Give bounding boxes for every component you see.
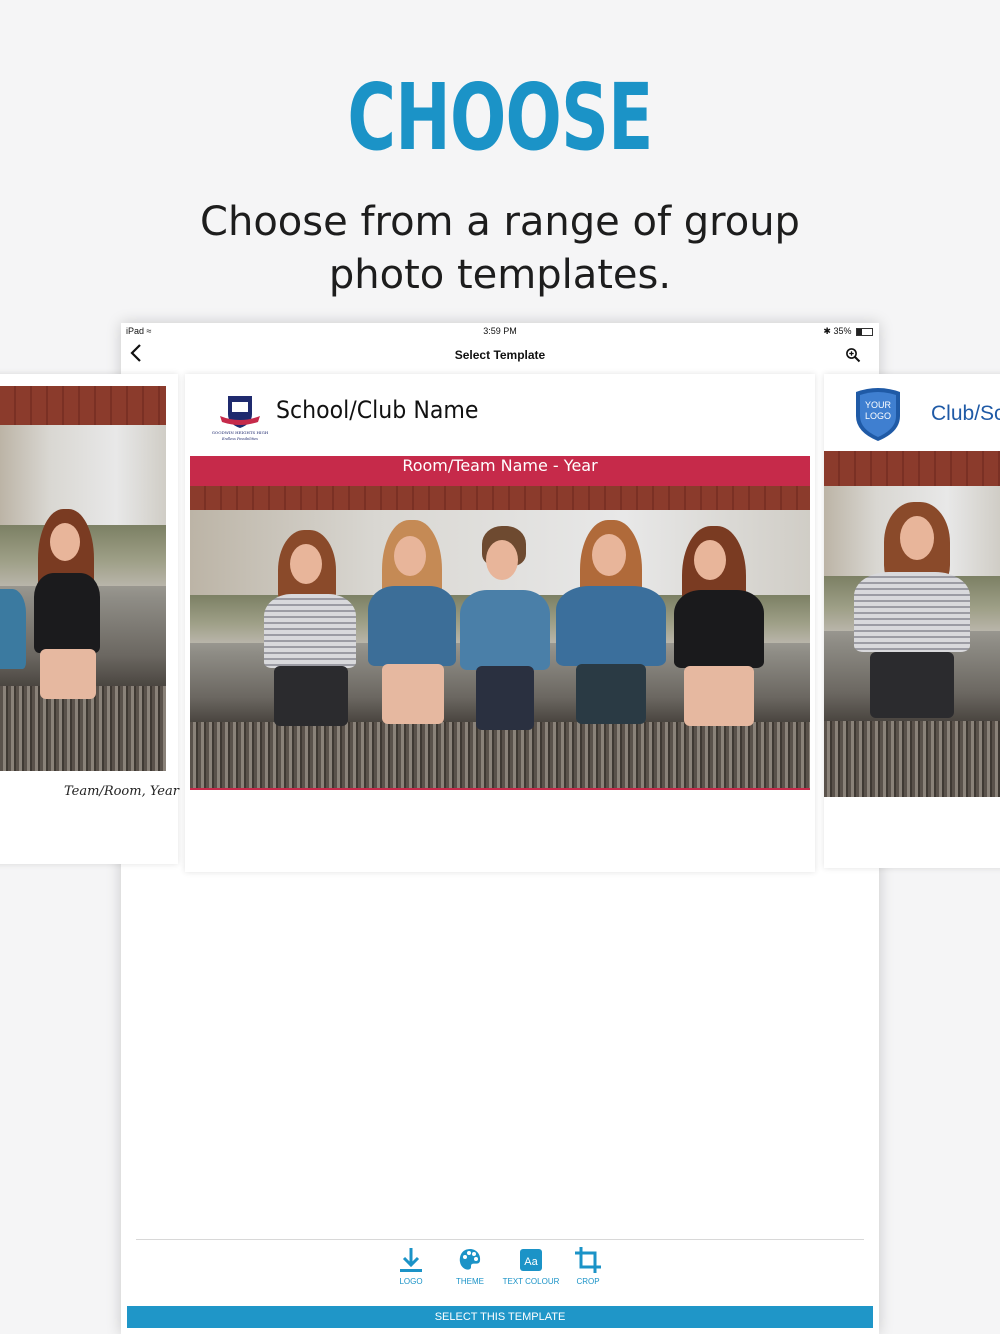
template-title: Club/Sc — [931, 402, 1000, 425]
school-crest-logo: GOODWIN HEIGHTS HIGH Endless Possibiliti… — [210, 394, 270, 442]
theme-tool-label: THEME — [456, 1277, 484, 1286]
theme-tool-button[interactable]: THEME — [440, 1246, 500, 1286]
group-photo — [824, 451, 1000, 797]
palette-icon — [459, 1249, 481, 1270]
template-title: School/Club Name — [276, 396, 479, 424]
text-colour-tool-button[interactable]: Aa TEXT COLOUR — [501, 1246, 561, 1286]
toolbar-divider — [136, 1239, 864, 1240]
nav-bar: Select Template — [121, 339, 879, 373]
promo-subhead-line1: Choose from a range of group — [200, 199, 800, 245]
template-ribbon: Room/Team Name - Year — [190, 456, 810, 486]
battery-icon — [856, 327, 873, 336]
promo-subhead: Choose from a range of group photo templ… — [150, 196, 850, 302]
status-right: ✱ 35% — [823, 326, 873, 337]
logo-tool-label: LOGO — [399, 1277, 423, 1286]
status-bar: iPad ≈ 3:59 PM ✱ 35% — [121, 323, 879, 339]
group-photo — [190, 486, 810, 790]
logo-line2: LOGO — [865, 411, 891, 421]
zoom-button[interactable] — [845, 347, 863, 365]
logo-tool-button[interactable]: LOGO — [381, 1246, 441, 1286]
group-photo — [0, 386, 166, 771]
your-logo-shield: YOUR LOGO — [853, 386, 903, 442]
text-colour-tool-label: TEXT COLOUR — [502, 1277, 560, 1286]
zoom-in-icon — [846, 348, 861, 363]
status-time: 3:59 PM — [483, 326, 517, 336]
battery-percent: 35% — [833, 326, 852, 336]
bluetooth-icon: ✱ — [823, 326, 831, 336]
crest-name: GOODWIN HEIGHTS HIGH — [212, 430, 269, 435]
crest-motto: Endless Possibilities — [221, 437, 258, 441]
logo-line1: YOUR — [865, 400, 892, 410]
promo-subhead-line2: photo templates. — [328, 252, 672, 298]
crop-icon — [575, 1247, 601, 1273]
select-template-button[interactable]: SELECT THIS TEMPLATE — [127, 1306, 873, 1328]
promo-headline: CHOOSE — [347, 64, 653, 171]
text-aa-glyph: Aa — [524, 1256, 538, 1268]
nav-title: Select Template — [454, 348, 546, 362]
text-aa-icon: Aa — [520, 1249, 542, 1271]
crop-tool-button[interactable]: CROP — [558, 1246, 618, 1286]
template-caption: Team/Room, Year — [64, 784, 179, 799]
download-icon — [400, 1248, 422, 1272]
crop-tool-label: CROP — [576, 1277, 600, 1286]
